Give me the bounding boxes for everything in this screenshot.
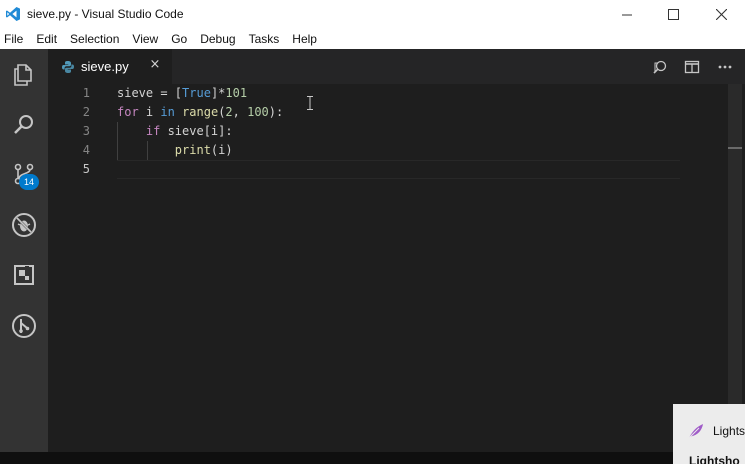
activity-bar: 14 bbox=[0, 49, 48, 464]
tab-close-button[interactable]: × bbox=[148, 58, 162, 72]
vertical-scrollbar[interactable] bbox=[728, 84, 742, 404]
menu-go[interactable]: Go bbox=[171, 32, 187, 46]
close-window-button[interactable] bbox=[698, 0, 744, 29]
maximize-button[interactable] bbox=[650, 0, 696, 29]
window-title: sieve.py - Visual Studio Code bbox=[27, 7, 184, 21]
minimize-button[interactable] bbox=[604, 0, 650, 29]
code-line-3: if sieve[i]: bbox=[145, 124, 233, 138]
open-changes-button[interactable] bbox=[650, 57, 670, 77]
feather-icon bbox=[688, 424, 703, 439]
status-bar bbox=[0, 452, 745, 464]
notification-title: Lights bbox=[713, 424, 745, 438]
activity-extensions[interactable] bbox=[0, 251, 48, 299]
tab-sieve-py[interactable]: sieve.py × bbox=[48, 49, 172, 84]
vscode-logo-icon bbox=[6, 7, 20, 21]
activity-debug[interactable] bbox=[0, 201, 48, 249]
menu-debug[interactable]: Debug bbox=[200, 32, 235, 46]
activity-gitlens[interactable] bbox=[0, 302, 48, 350]
extensions-icon bbox=[14, 265, 34, 285]
title-bar: sieve.py - Visual Studio Code bbox=[0, 0, 745, 29]
current-line-highlight bbox=[117, 160, 680, 179]
menu-view[interactable]: View bbox=[132, 32, 158, 46]
open-changes-icon bbox=[653, 60, 667, 74]
tab-label: sieve.py bbox=[81, 59, 129, 74]
menu-selection[interactable]: Selection bbox=[70, 32, 119, 46]
line-number: 1 bbox=[82, 86, 90, 100]
close-icon bbox=[715, 9, 727, 20]
git-lens-icon bbox=[12, 314, 36, 338]
scrollbar-cursor-marker bbox=[728, 147, 742, 149]
menu-bar: File Edit Selection View Go Debug Tasks … bbox=[0, 29, 745, 49]
line-number: 3 bbox=[82, 124, 90, 138]
menu-edit[interactable]: Edit bbox=[36, 32, 57, 46]
line-number: 2 bbox=[82, 105, 90, 119]
code-line-2: for i in range(2, 100): bbox=[117, 105, 284, 119]
notification-subtitle: Lightsho bbox=[689, 454, 740, 464]
code-line-4: print(i) bbox=[174, 143, 233, 157]
text-cursor-icon bbox=[307, 96, 313, 110]
menu-tasks[interactable]: Tasks bbox=[249, 32, 280, 46]
menu-file[interactable]: File bbox=[4, 32, 23, 46]
line-number-active: 5 bbox=[82, 162, 90, 176]
explorer-icon bbox=[14, 64, 32, 86]
more-icon bbox=[718, 65, 732, 69]
python-file-icon bbox=[62, 60, 74, 73]
editor-tab-strip: sieve.py × bbox=[48, 49, 745, 84]
line-number: 4 bbox=[82, 143, 90, 157]
code-line-1: sieve = [True]*101 bbox=[117, 86, 248, 100]
split-editor-button[interactable] bbox=[682, 57, 702, 77]
minimize-icon bbox=[622, 14, 632, 15]
menu-help[interactable]: Help bbox=[292, 32, 317, 46]
code-editor[interactable]: 1 2 3 4 5 sieve = [True]*101 for i in ra… bbox=[48, 84, 728, 452]
activity-explorer[interactable] bbox=[0, 51, 48, 99]
lightshot-notification[interactable]: Lights Lightsho bbox=[673, 404, 745, 464]
maximize-icon bbox=[667, 9, 679, 20]
search-icon bbox=[14, 115, 33, 134]
more-actions-button[interactable] bbox=[715, 57, 735, 77]
debug-icon bbox=[12, 213, 36, 237]
activity-search[interactable] bbox=[0, 101, 48, 149]
split-editor-icon bbox=[684, 60, 700, 74]
source-control-badge: 14 bbox=[19, 174, 39, 190]
